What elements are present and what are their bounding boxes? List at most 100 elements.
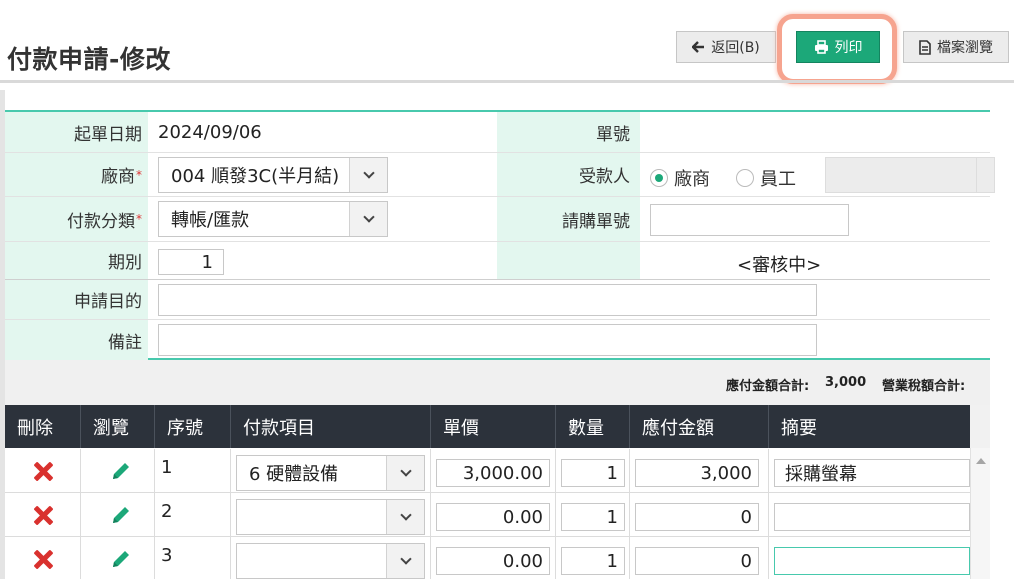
file-icon	[919, 39, 931, 55]
vendor-select[interactable]: 004 順發3C(半月結)	[158, 157, 388, 193]
remark-input[interactable]	[158, 324, 817, 356]
qty-input[interactable]: 1	[561, 459, 625, 487]
summary-input[interactable]: 採購螢幕	[774, 459, 970, 487]
payee-radio-vendor-label: 廠商	[674, 169, 710, 190]
qty-input[interactable]: 1	[561, 547, 625, 575]
price-cell: 3,000.00	[431, 449, 556, 493]
seq-cell: 3	[155, 537, 231, 579]
browse-cell	[81, 493, 155, 537]
form-row-date: 起單日期 2024/09/06 單號	[5, 112, 990, 153]
qty-cell: 1	[556, 449, 630, 493]
print-button[interactable]: 列印	[796, 31, 880, 63]
row-seq: 3	[161, 545, 173, 566]
purchase-no-input[interactable]	[650, 204, 849, 236]
row-seq: 1	[161, 457, 173, 478]
item-select[interactable]	[236, 499, 425, 535]
browse-cell	[81, 449, 155, 493]
start-date-label: 起單日期	[5, 112, 148, 152]
form-panel: 起單日期 2024/09/06 單號 廠商 * 004 順發3C(半月結) 受款人…	[5, 110, 995, 360]
summary-cell	[769, 493, 970, 537]
back-button[interactable]: 返回(B)	[676, 31, 776, 63]
category-label: 付款分類 *	[5, 197, 148, 241]
scroll-up-icon[interactable]	[976, 458, 986, 464]
item-cell	[231, 493, 431, 537]
printer-icon	[814, 40, 828, 54]
grid-scrollbar[interactable]	[970, 448, 990, 579]
status-text: <審核中>	[737, 255, 822, 276]
status-label-cell	[497, 242, 640, 279]
form-row-period: 期別 1 <審核中>	[5, 242, 990, 280]
purpose-input[interactable]	[158, 284, 817, 316]
chevron-down-icon	[976, 158, 994, 192]
close-icon[interactable]	[33, 549, 53, 569]
vendor-label-text: 廠商	[101, 167, 135, 187]
qty-input[interactable]: 1	[561, 503, 625, 531]
category-select[interactable]: 轉帳/匯款	[158, 201, 388, 237]
chevron-down-icon	[349, 202, 387, 236]
item-select[interactable]	[236, 543, 425, 579]
form-row-category: 付款分類 * 轉帳/匯款 請購單號	[5, 197, 990, 242]
row-seq: 2	[161, 501, 173, 522]
item-cell	[231, 537, 431, 579]
chevron-down-icon	[386, 500, 424, 534]
start-date-value: 2024/09/06	[158, 122, 262, 143]
col-header-price: 單價	[431, 405, 556, 448]
price-input[interactable]: 0.00	[436, 503, 550, 531]
price-cell: 0.00	[431, 493, 556, 537]
item-cell: 6 硬體設備	[231, 449, 431, 493]
vendor-select-value: 004 順發3C(半月結)	[171, 166, 340, 187]
back-button-label: 返回(B)	[711, 40, 760, 56]
file-browse-button[interactable]: 檔案瀏覽	[903, 31, 1009, 63]
col-header-amount: 應付金額	[630, 405, 769, 448]
pencil-icon[interactable]	[109, 503, 133, 527]
delete-cell	[5, 493, 81, 537]
pencil-icon[interactable]	[109, 547, 133, 571]
tax-total-label: 營業稅額合計:	[882, 379, 966, 394]
file-browse-button-label: 檔案瀏覽	[937, 40, 993, 56]
payee-label: 受款人	[497, 153, 640, 196]
period-input[interactable]: 1	[158, 249, 224, 275]
grid-scroll-corner	[970, 405, 990, 448]
amount-cell: 0	[630, 493, 769, 537]
item-select-value: 6 硬體設備	[249, 464, 339, 485]
qty-cell: 1	[556, 537, 630, 579]
doc-no-label: 單號	[497, 112, 640, 152]
form-row-remark: 備註	[5, 320, 990, 360]
remark-label: 備註	[5, 320, 148, 360]
payee-employee-select[interactable]	[825, 157, 995, 193]
arrow-left-icon	[692, 41, 705, 53]
payee-radio-vendor[interactable]: 廠商	[650, 165, 710, 191]
form-row-purpose: 申請目的	[5, 280, 990, 320]
close-icon[interactable]	[33, 461, 53, 481]
amount-input[interactable]: 3,000	[635, 459, 759, 487]
header-divider	[0, 80, 1014, 83]
payable-total-value: 3,000	[825, 375, 867, 390]
col-header-browse: 瀏覽	[81, 405, 155, 448]
close-icon[interactable]	[33, 505, 53, 525]
seq-cell: 1	[155, 449, 231, 493]
col-header-delete: 刪除	[5, 405, 81, 448]
amount-input[interactable]: 0	[635, 547, 759, 575]
item-select[interactable]: 6 硬體設備	[236, 455, 425, 491]
delete-cell	[5, 449, 81, 493]
price-input[interactable]: 3,000.00	[436, 459, 550, 487]
radio-checked-icon	[650, 169, 668, 187]
col-header-item: 付款項目	[231, 405, 431, 448]
summary-cell	[769, 537, 970, 579]
purchase-no-label: 請購單號	[497, 197, 640, 241]
summary-input[interactable]	[774, 503, 970, 531]
table-row: 1 6 硬體設備 3,000.00 1 3,000 採購螢幕	[5, 449, 970, 493]
payee-radio-employee[interactable]: 員工	[736, 165, 796, 191]
col-header-qty: 數量	[556, 405, 630, 448]
table-row: 3 0.00 1 0	[5, 537, 970, 579]
totals-bar: 應付金額合計: 3,000 營業稅額合計:	[5, 360, 990, 406]
summary-cell: 採購螢幕	[769, 449, 970, 493]
vendor-label: 廠商 *	[5, 153, 148, 196]
price-input[interactable]: 0.00	[436, 547, 550, 575]
summary-input[interactable]	[774, 547, 970, 575]
amount-cell: 0	[630, 537, 769, 579]
seq-cell: 2	[155, 493, 231, 537]
amount-input[interactable]: 0	[635, 503, 759, 531]
chevron-down-icon	[386, 456, 424, 490]
pencil-icon[interactable]	[109, 459, 133, 483]
